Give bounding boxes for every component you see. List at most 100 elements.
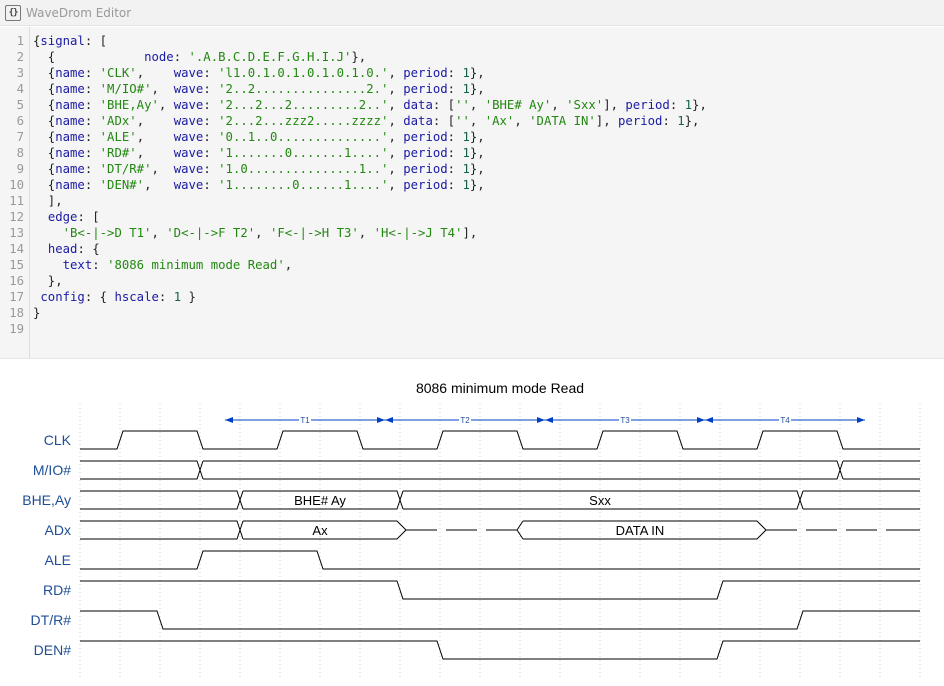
arrowhead-right-icon — [857, 417, 865, 423]
code-token: : — [447, 146, 463, 160]
code-token: 1 — [462, 162, 470, 176]
code-token: 'BHE,Ay' — [99, 98, 159, 112]
code-token: '8086 minimum mode Read' — [107, 258, 285, 272]
code-line[interactable]: }, — [33, 273, 938, 289]
bus-value-label: Sxx — [589, 493, 611, 508]
signal-label: BHE,Ay — [22, 492, 71, 508]
code-line[interactable]: edge: [ — [33, 209, 938, 225]
code-token: 1 — [462, 66, 470, 80]
code-token: , — [388, 114, 404, 128]
waveform-trace — [80, 640, 920, 660]
line-number: 18 — [9, 306, 24, 320]
code-token: }, — [469, 162, 485, 176]
code-token: }, — [351, 50, 367, 64]
code-token: : — [203, 130, 219, 144]
code-token: , — [136, 66, 174, 80]
signal-label: M/IO# — [33, 462, 71, 478]
arrowhead-left-icon — [545, 417, 553, 423]
code-token: , — [388, 146, 404, 160]
arrowhead-right-icon — [377, 417, 385, 423]
bus-value-label: BHE# Ay — [294, 493, 346, 508]
code-line[interactable]: {signal: [ — [33, 33, 938, 49]
waveform-trace — [80, 580, 920, 600]
code-token: wave — [173, 130, 204, 144]
code-token: 'F<-|->H T3' — [269, 226, 359, 240]
line-number: 1 — [16, 34, 24, 48]
waveform-trace — [80, 550, 920, 570]
code-area[interactable]: {signal: [ { node: '.A.B.C.D.E.F.G.H.I.J… — [33, 33, 938, 337]
code-token: }, — [469, 146, 485, 160]
code-token: : — [203, 162, 219, 176]
code-token: ], — [603, 98, 626, 112]
arrowhead-left-icon — [385, 417, 393, 423]
code-line[interactable]: text: '8086 minimum mode Read', — [33, 257, 938, 273]
bus-segment — [843, 460, 920, 480]
code-line[interactable]: {name: 'ALE', wave: '0..1..0............… — [33, 129, 938, 145]
code-line[interactable]: {name: 'CLK', wave: 'l1.0.1.0.1.0.1.0.1.… — [33, 65, 938, 81]
code-token: 'DT/R#' — [99, 162, 152, 176]
line-number: 2 — [16, 50, 24, 64]
code-token: , — [388, 98, 404, 112]
code-token: name — [55, 66, 85, 80]
code-token: text — [62, 258, 93, 272]
diagram-title: 8086 minimum mode Read — [416, 380, 584, 396]
code-line[interactable]: } — [33, 305, 938, 321]
code-token: 'Ax' — [484, 114, 515, 128]
code-token: 'RD#' — [99, 146, 137, 160]
code-token: 1 — [462, 130, 470, 144]
code-line[interactable] — [33, 321, 938, 337]
code-line[interactable]: 'B<-|->D T1', 'D<-|->F T2', 'F<-|->H T3'… — [33, 225, 938, 241]
code-line[interactable]: {name: 'M/IO#', wave: '2..2.............… — [33, 81, 938, 97]
code-token: : — [84, 98, 100, 112]
bus-value-label: Ax — [312, 523, 328, 538]
code-line[interactable]: {name: 'DEN#', wave: '1........0......1.… — [33, 177, 938, 193]
bus-segment — [203, 460, 844, 480]
arrowhead-left-icon — [705, 417, 713, 423]
code-line[interactable]: head: { — [33, 241, 938, 257]
code-token: period — [618, 114, 663, 128]
line-number: 10 — [9, 178, 24, 192]
line-number: 8 — [16, 146, 24, 160]
code-token: , — [514, 114, 530, 128]
code-token: ], — [33, 194, 63, 208]
code-token: signal — [40, 34, 85, 48]
code-token: ], — [595, 114, 619, 128]
line-number: 11 — [9, 194, 24, 208]
code-line[interactable]: {name: 'DT/R#', wave: '1.0..............… — [33, 161, 938, 177]
code-token: : [ — [84, 34, 108, 48]
code-token: wave — [173, 66, 204, 80]
code-token: edge — [47, 210, 78, 224]
code-token: name — [55, 146, 85, 160]
signal-label: DEN# — [34, 642, 72, 658]
line-number: 7 — [16, 130, 24, 144]
code-token: : — [662, 114, 678, 128]
code-token: , — [388, 130, 404, 144]
code-line[interactable]: { node: '.A.B.C.D.E.F.G.H.I.J'}, — [33, 49, 938, 65]
code-token: { — [33, 146, 56, 160]
code-token: 'D<-|->F T2' — [166, 226, 256, 240]
code-token: 'ALE' — [99, 130, 137, 144]
signal-label: CLK — [44, 432, 72, 448]
bus-segment — [80, 460, 204, 480]
code-token: : { — [77, 242, 100, 256]
code-editor[interactable]: 1 2 3 4 5 6 7 8 9 10 11 12 13 14 15 16 17 18 19 {signal: [… — [0, 27, 944, 358]
code-token: , — [388, 178, 404, 192]
code-token: { — [33, 98, 56, 112]
code-line[interactable]: {name: 'RD#', wave: '1.......0.......1..… — [33, 145, 938, 161]
code-token: 1 — [462, 178, 470, 192]
code-line[interactable]: {name: 'BHE,Ay', wave: '2...2...2.......… — [33, 97, 938, 113]
code-token: : — [447, 130, 463, 144]
code-token: '2...2...2.........2..' — [218, 98, 389, 112]
code-line[interactable]: ], — [33, 193, 938, 209]
edge-label: T4 — [780, 416, 790, 425]
code-token: }, — [33, 274, 63, 288]
code-line[interactable]: config: { hscale: 1 } — [33, 289, 938, 305]
waveform-trace — [80, 610, 920, 630]
code-line[interactable]: {name: 'ADx', wave: '2...2...zzz2.....zz… — [33, 113, 938, 129]
window-title: WaveDrom Editor — [26, 5, 132, 20]
line-number: 19 — [9, 322, 24, 336]
code-token: : [ — [77, 210, 100, 224]
code-token: period — [403, 130, 448, 144]
